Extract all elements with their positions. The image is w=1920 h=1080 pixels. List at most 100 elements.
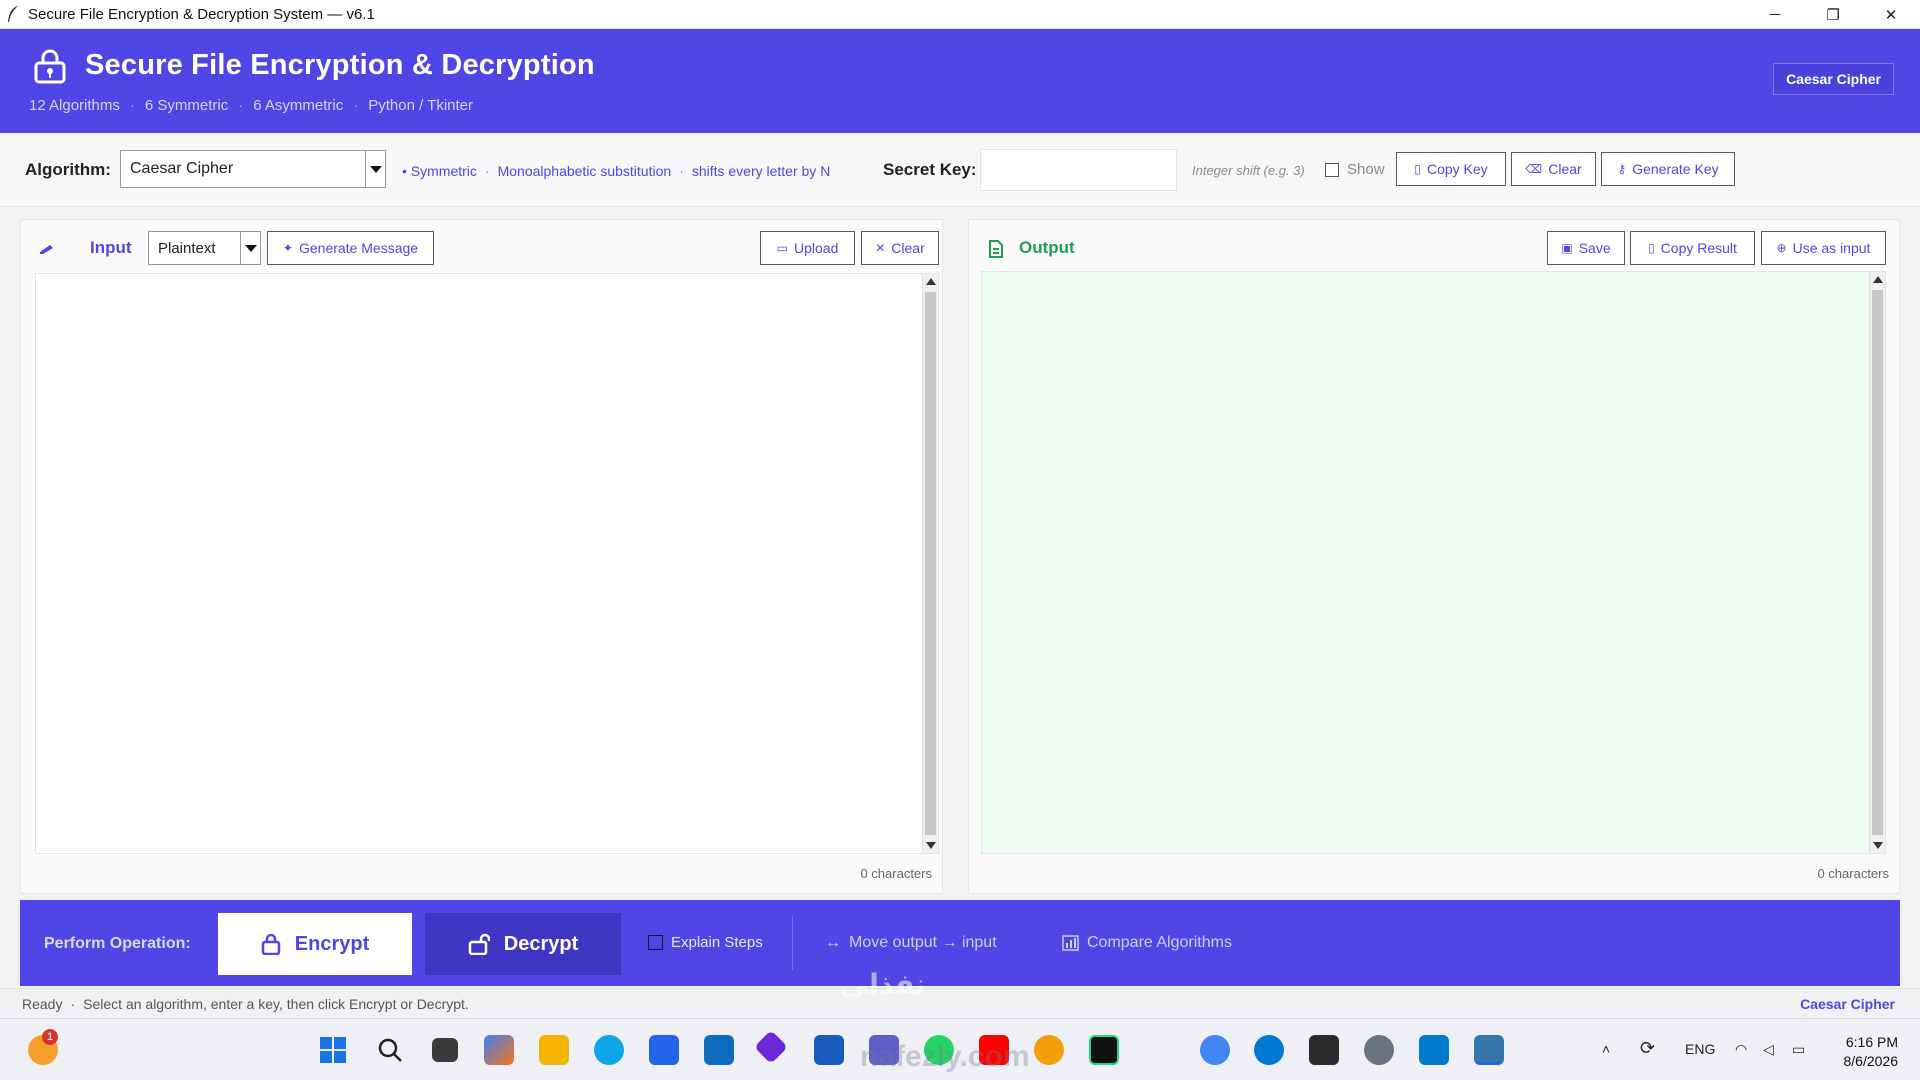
- copy-key-label: Copy Key: [1426, 161, 1488, 177]
- outlook-icon[interactable]: [704, 1035, 734, 1065]
- decrypt-label: Decrypt: [503, 932, 579, 955]
- task-view-icon[interactable]: [432, 1038, 458, 1062]
- watermark-arabic: نفذلي: [840, 969, 926, 1000]
- generate-key-button[interactable]: ⚷ Generate Key: [1601, 152, 1735, 186]
- chevron-down-icon[interactable]: [240, 232, 260, 264]
- clear-input-label: Clear: [891, 240, 925, 256]
- algorithm-label: Algorithm:: [25, 160, 111, 179]
- battery-icon[interactable]: ▭: [1792, 1041, 1805, 1058]
- copilot-icon[interactable]: [754, 1030, 788, 1064]
- sync-icon[interactable]: ⟳: [1640, 1038, 1655, 1059]
- use-as-input-label: Use as input: [1792, 240, 1871, 256]
- secret-key-input[interactable]: [980, 149, 1177, 191]
- restore-button[interactable]: ❐: [1804, 0, 1862, 29]
- status-bar: Ready · Select an algorithm, enter a key…: [0, 988, 1920, 1018]
- upload-label: Upload: [793, 240, 839, 256]
- copy-result-button[interactable]: ▯ Copy Result: [1630, 231, 1755, 265]
- upload-button[interactable]: ▭ Upload: [760, 231, 855, 265]
- output-scrollbar[interactable]: [1869, 272, 1885, 853]
- clock-date: 8/6/2026: [1843, 1053, 1899, 1069]
- decrypt-button[interactable]: Decrypt: [425, 913, 621, 975]
- input-scrollbar[interactable]: [922, 274, 938, 853]
- subtitle-separator: ·: [129, 97, 135, 114]
- save-icon: ▣: [1561, 241, 1573, 255]
- clear-key-label: Clear: [1548, 161, 1582, 177]
- window-titlebar: Secure File Encryption & Decryption Syst…: [0, 0, 1920, 29]
- encrypt-button[interactable]: Encrypt: [218, 913, 412, 975]
- key-icon: ⚷: [1617, 162, 1627, 176]
- status-separator: ·: [70, 996, 76, 1012]
- vscode-icon[interactable]: [1419, 1035, 1449, 1065]
- generate-key-label: Generate Key: [1632, 161, 1719, 177]
- operation-label: Perform Operation:: [44, 935, 191, 952]
- subtitle-symmetric: 6 Symmetric: [144, 97, 229, 114]
- system-clock[interactable]: 6:16 PM 8/6/2026: [1844, 1033, 1899, 1071]
- operation-bar: Perform Operation: Encrypt Decrypt Expla…: [20, 900, 1900, 986]
- status-state: Ready: [22, 996, 63, 1012]
- tag-separator: ·: [484, 163, 490, 179]
- output-textarea[interactable]: [981, 271, 1886, 854]
- clear-key-button[interactable]: ⌫ Clear: [1511, 152, 1596, 186]
- terminal-icon[interactable]: [1309, 1035, 1339, 1065]
- show-key-checkbox[interactable]: Show: [1325, 161, 1385, 178]
- chrome-profile-icon[interactable]: [1200, 1035, 1230, 1065]
- windows-start-icon[interactable]: [318, 1035, 348, 1065]
- word-icon[interactable]: [814, 1035, 844, 1065]
- scroll-down-icon[interactable]: [1873, 842, 1883, 849]
- algorithm-tags: • Symmetric · Monoalphabetic substitutio…: [402, 163, 830, 179]
- save-button[interactable]: ▣ Save: [1547, 231, 1625, 265]
- clock-time: 6:16 PM: [1845, 1034, 1898, 1050]
- move-output-label: Move output → input: [849, 934, 997, 951]
- tag-description: shifts every letter by N: [691, 163, 831, 179]
- scroll-up-icon[interactable]: [926, 278, 936, 285]
- scroll-thumb[interactable]: [925, 292, 936, 835]
- minimize-button[interactable]: ─: [1746, 0, 1804, 29]
- folder-icon: ▭: [776, 241, 788, 255]
- checkbox-box[interactable]: [648, 935, 663, 950]
- clipboard-icon: ▯: [1648, 241, 1655, 255]
- algorithm-select[interactable]: Caesar Cipher: [120, 150, 386, 188]
- python-icon[interactable]: [1474, 1035, 1504, 1065]
- input-mode-value: Plaintext: [158, 239, 216, 257]
- store-icon[interactable]: [649, 1035, 679, 1065]
- algorithm-bar: Algorithm: Caesar Cipher • Symmetric · M…: [0, 133, 1920, 207]
- chevron-down-icon[interactable]: [365, 151, 385, 187]
- clear-input-button[interactable]: ✕ Clear: [861, 231, 939, 265]
- help-icon[interactable]: [1254, 1035, 1284, 1065]
- input-textarea[interactable]: [35, 273, 939, 854]
- edge-icon[interactable]: [594, 1035, 624, 1065]
- compare-algorithms-button[interactable]: Compare Algorithms: [1062, 934, 1232, 952]
- volume-icon[interactable]: ◁: [1763, 1041, 1774, 1058]
- scroll-up-icon[interactable]: [1873, 276, 1883, 283]
- pycharm-icon[interactable]: [1089, 1035, 1119, 1065]
- notification-badge: 1: [42, 1029, 58, 1045]
- scroll-thumb[interactable]: [1872, 290, 1883, 835]
- explain-steps-checkbox[interactable]: Explain Steps: [648, 934, 763, 951]
- chevron-up-icon[interactable]: ˄: [1602, 1041, 1610, 1057]
- use-as-input-button[interactable]: ⊕ Use as input: [1761, 231, 1886, 265]
- swap-arrows-icon: ↔: [825, 934, 841, 951]
- status-message: Select an algorithm, enter a key, then c…: [83, 996, 469, 1012]
- search-icon[interactable]: [375, 1035, 405, 1065]
- checkbox-box[interactable]: [1325, 162, 1339, 177]
- backspace-icon: ⌫: [1525, 162, 1543, 176]
- copy-result-label: Copy Result: [1660, 240, 1737, 256]
- secret-key-label: Secret Key:: [883, 160, 977, 179]
- copy-key-button[interactable]: ▯ Copy Key: [1396, 152, 1506, 186]
- move-output-button[interactable]: ↔ Move output → input: [825, 934, 997, 952]
- wifi-icon[interactable]: ◠: [1735, 1041, 1747, 1058]
- generate-message-button[interactable]: ✦ Generate Message: [267, 231, 434, 265]
- language-indicator[interactable]: ENG: [1685, 1041, 1715, 1057]
- scroll-down-icon[interactable]: [926, 842, 936, 849]
- chrome-icon[interactable]: [1034, 1035, 1064, 1065]
- m365-icon[interactable]: [484, 1035, 514, 1065]
- document-icon: [989, 240, 1003, 258]
- divider: [792, 916, 793, 970]
- input-mode-select[interactable]: Plaintext: [148, 231, 261, 265]
- settings-icon[interactable]: [1364, 1035, 1394, 1065]
- file-explorer-icon[interactable]: [539, 1035, 569, 1065]
- input-title: Input: [90, 238, 132, 257]
- save-label: Save: [1578, 240, 1611, 256]
- window-title: Secure File Encryption & Decryption Syst…: [28, 5, 375, 23]
- close-button[interactable]: ✕: [1862, 0, 1920, 29]
